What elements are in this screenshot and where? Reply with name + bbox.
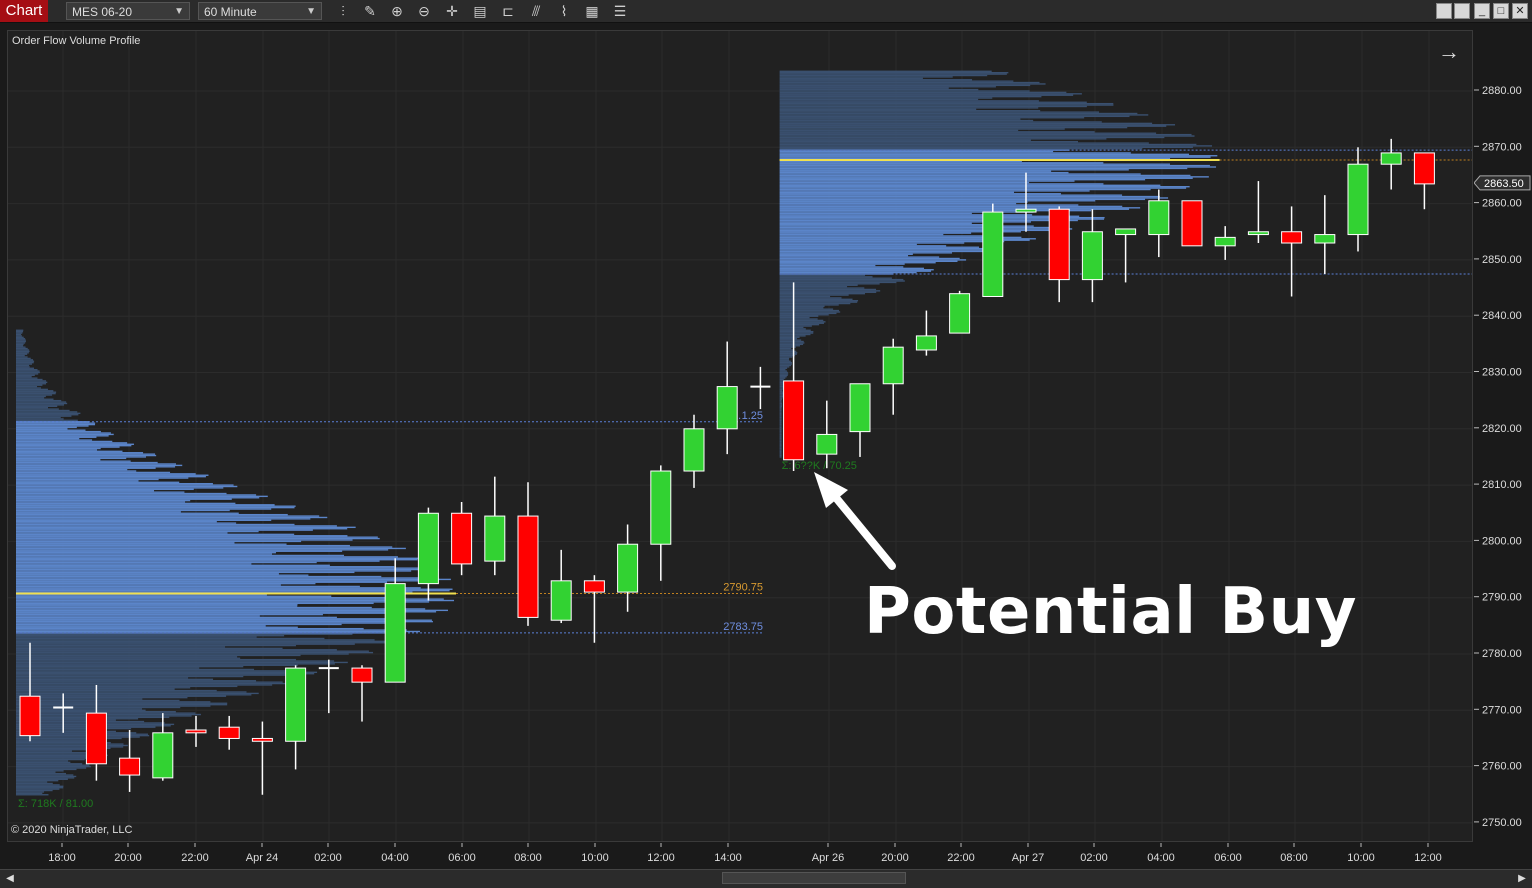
scroll-thumb[interactable] [722, 872, 906, 884]
scroll-left-icon[interactable]: ◀ [3, 871, 17, 886]
horizontal-scrollbar[interactable]: ◀ ▶ [0, 869, 1532, 888]
annotation-arrow [814, 472, 896, 570]
scroll-right-icon[interactable]: ▶ [1515, 871, 1529, 886]
